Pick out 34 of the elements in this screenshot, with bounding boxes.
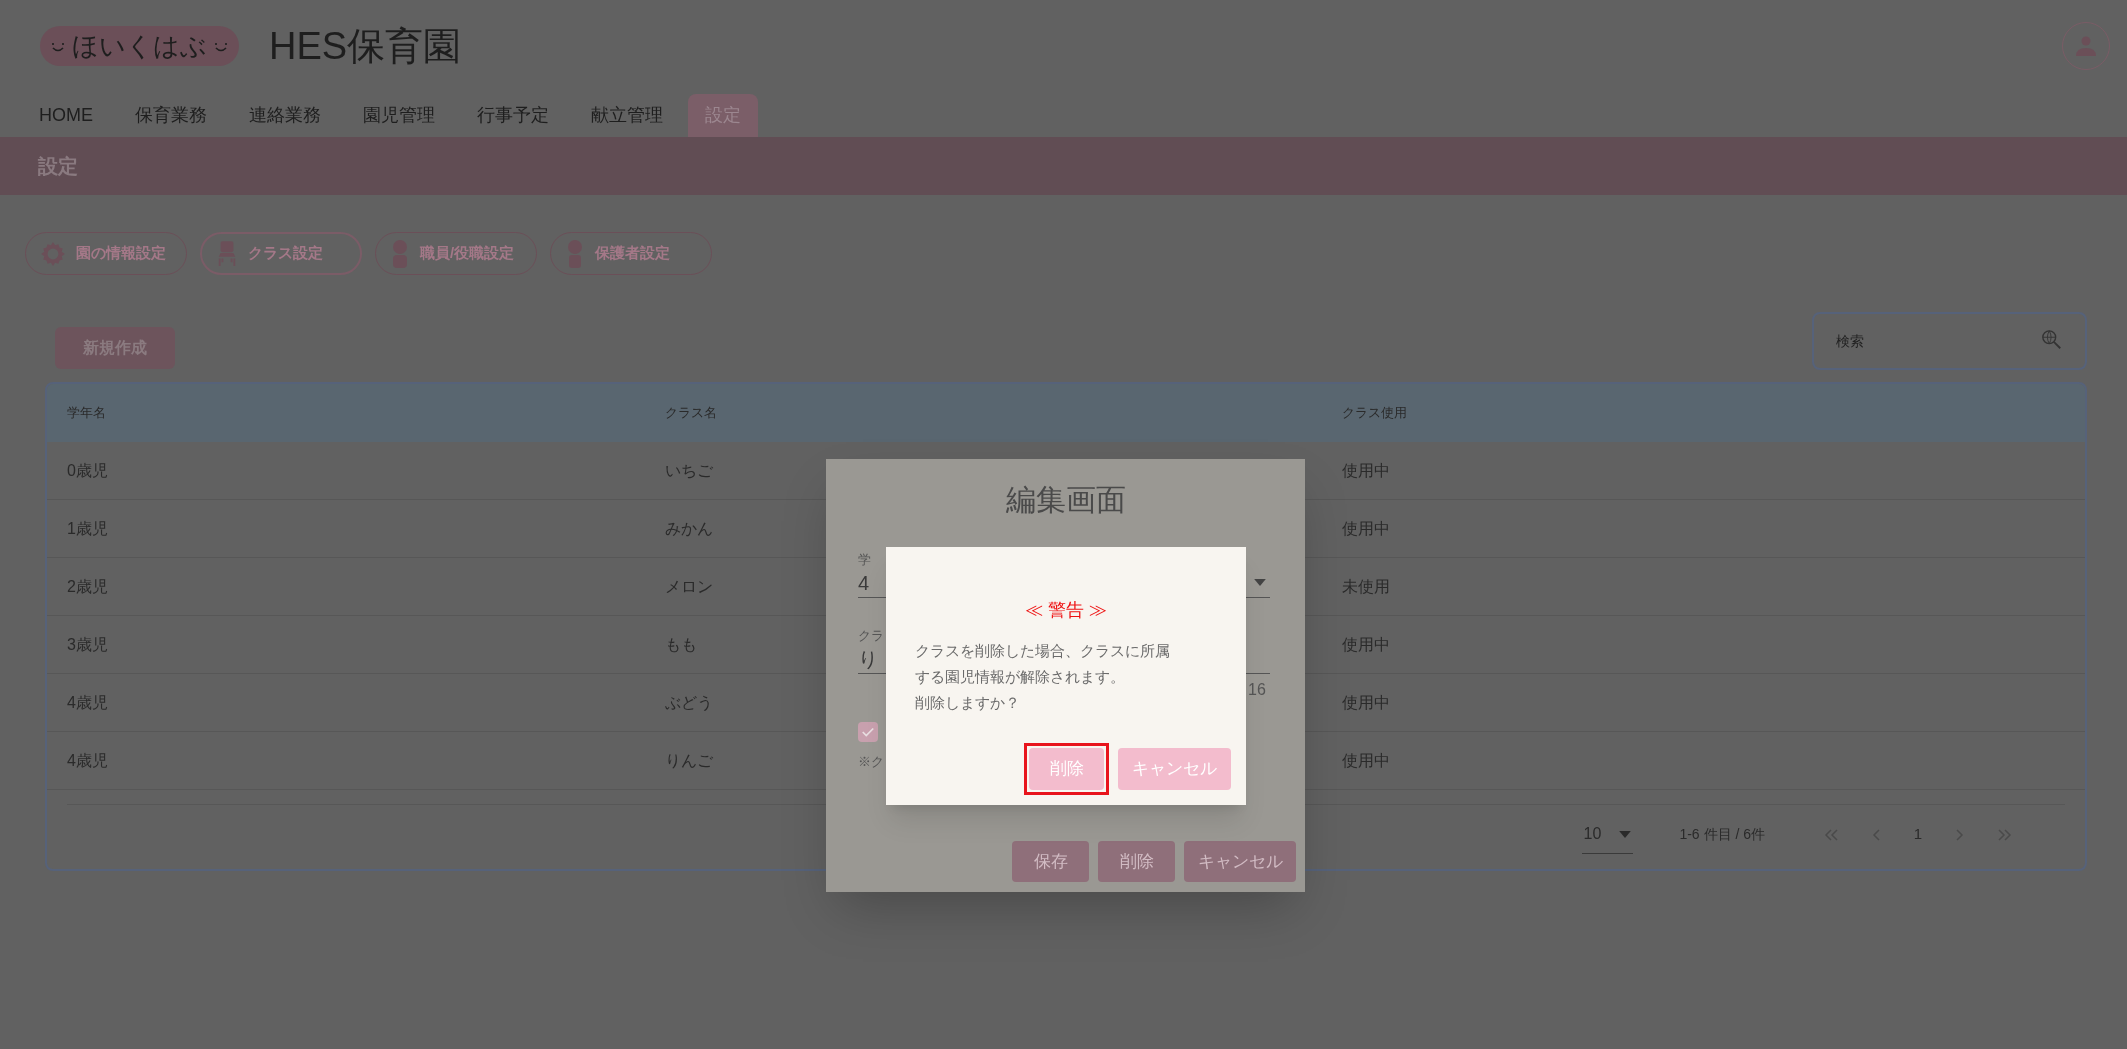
caret-icon — [1619, 830, 1632, 838]
note-text: ※ク — [858, 753, 884, 771]
nav-tab[interactable]: 保育業務 — [118, 94, 224, 137]
column-header: クラス名 — [665, 404, 718, 423]
nav-tab[interactable]: 行事予定 — [460, 94, 566, 137]
column-header: 学年名 — [67, 404, 107, 423]
settings-tab[interactable]: クラス設定 — [200, 232, 362, 275]
table-cell: もも — [665, 635, 697, 653]
nav-tab[interactable]: 園児管理 — [346, 94, 452, 137]
search-icon — [2041, 329, 2063, 351]
first-page-icon — [1823, 826, 1839, 843]
check-icon — [861, 725, 875, 739]
column-header: クラス使用 — [1342, 404, 1408, 423]
dialog-title: 編集画面 — [1004, 482, 1127, 518]
dialog-button[interactable]: 削除 — [1098, 841, 1175, 882]
field-label: クラ — [858, 627, 884, 644]
warning-message: 削除しますか？ — [915, 693, 1020, 713]
nav-tab[interactable]: 連絡業務 — [232, 94, 338, 137]
warning-title: ≪ 警告 ≫ — [1024, 599, 1108, 622]
nav-tab[interactable]: HOME — [22, 94, 110, 137]
field-label: 学 — [858, 551, 871, 568]
nav-tab[interactable]: 献立管理 — [574, 94, 680, 137]
dialog-button[interactable]: キャンセル — [1184, 841, 1296, 882]
warning-message: クラスを削除した場合、クラスに所属 — [915, 641, 1170, 661]
character-counter: 16 — [1248, 680, 1266, 700]
table-cell: みかん — [665, 519, 713, 537]
logo-text: ほいくはぶ — [72, 33, 207, 59]
caret-icon — [1254, 579, 1266, 586]
dialog-button[interactable]: 保存 — [1012, 841, 1089, 882]
checkbox[interactable] — [858, 722, 878, 742]
dialog-button[interactable]: 削除 — [1024, 743, 1109, 795]
app-title: HES保育園 — [269, 23, 462, 69]
warning-message: する園児情報が解除されます。 — [915, 667, 1125, 687]
search-field[interactable]: 検索 — [1812, 312, 2087, 370]
